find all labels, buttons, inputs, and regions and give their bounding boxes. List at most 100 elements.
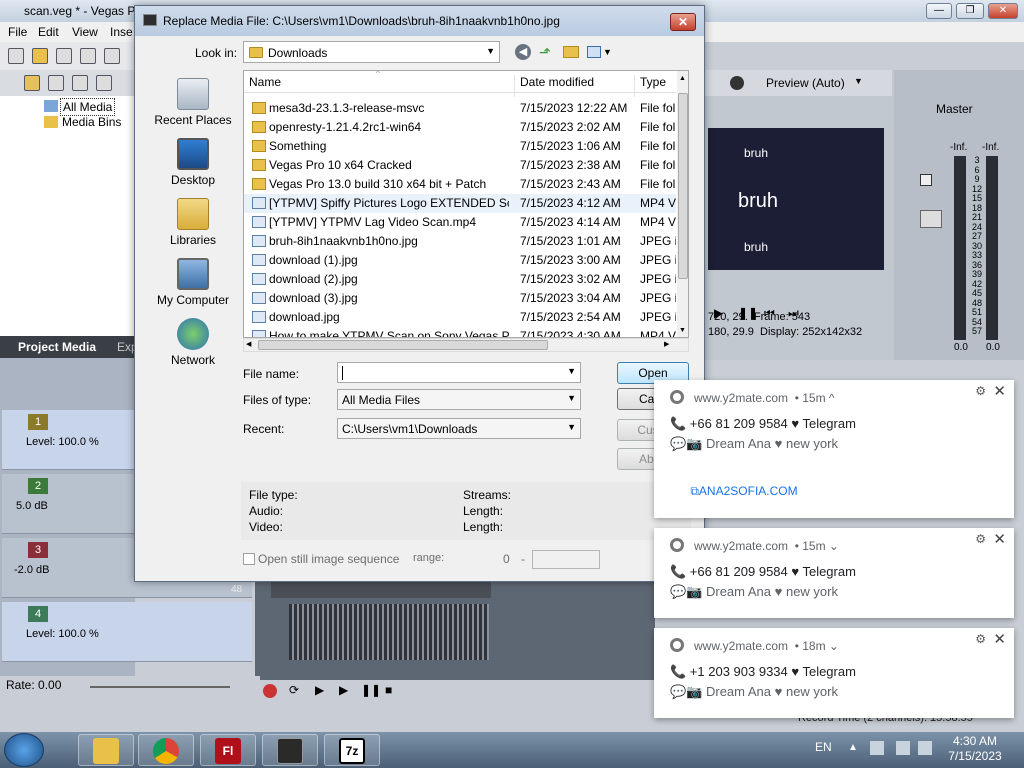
pause-icon[interactable]: ❚❚ [738,306,758,320]
notification-link[interactable]: ⧉ANA2SOFIA.COM [654,484,834,499]
column-divider[interactable] [514,75,515,97]
up-folder-icon[interactable]: ⬏ [539,44,555,60]
render-icon[interactable] [104,48,120,64]
notification-1[interactable]: www.y2mate.com • 15m ^ ⚙ ✕ 📞 +66 81 209 … [654,380,1014,518]
column-name[interactable]: Name [249,75,281,89]
start-button[interactable] [4,733,44,767]
files-of-type-select[interactable]: All Media Files ▼ [337,389,581,410]
play-icon[interactable]: ▶ [339,683,348,697]
column-type[interactable]: Type [640,75,666,89]
tray-arrow-icon[interactable]: ▲ [848,742,858,753]
volume-icon[interactable] [918,741,932,755]
new-icon[interactable] [8,48,24,64]
track-4[interactable]: 4 Level: 100.0 % [2,602,252,662]
file-row[interactable]: [YTPMV] YTPMV Lag Video Scan.mp4 7/15/202… [244,213,676,232]
close-icon[interactable]: ✕ [993,382,1006,400]
place-my-computer[interactable]: My Computer [145,258,241,307]
vertical-scroll-thumb[interactable] [678,93,688,279]
save-icon[interactable] [56,48,72,64]
menu-view[interactable]: View [72,25,98,39]
file-row[interactable]: download (2).jpg 7/15/2023 3:02 AM JPEG in [244,270,676,289]
notification-2[interactable]: www.y2mate.com • 15m ⌄ ⚙ ✕ 📞 +66 81 209 … [654,528,1014,618]
place-network[interactable]: Network [145,318,241,367]
system-clock[interactable]: 4:30 AM 7/15/2023 [940,734,1010,764]
taskbar-vegas[interactable] [262,734,318,766]
look-in-dropdown[interactable]: Downloads ▼ [243,41,500,63]
master-checkbox[interactable] [920,174,932,186]
loop-icon[interactable]: ⟳ [289,683,299,697]
file-row[interactable]: [YTPMV] Spiffy Pictures Logo EXTENDED Sc… [244,194,676,213]
file-list[interactable]: Name ^ Date modified Type mesa3d-23.1.3-… [243,70,689,338]
recent-select[interactable]: C:\Users\vm1\Downloads ▼ [337,418,581,439]
taskbar-chrome[interactable] [138,734,194,766]
tree-all-media[interactable]: All Media [60,98,116,116]
forward-icon[interactable] [96,75,112,91]
file-row[interactable]: download (3).jpg 7/15/2023 3:04 AM JPEG in [244,289,676,308]
bolt-icon[interactable] [24,75,40,91]
back-icon[interactable]: ◀ [515,44,531,60]
taskbar-explorer[interactable] [78,734,134,766]
file-name-input[interactable]: ▼ [337,362,581,383]
taskbar-flash[interactable]: Fl [200,734,256,766]
file-row[interactable]: bruh-8ih1naakvnb1h0no.jpg 7/15/2023 1:01 … [244,232,676,251]
notification-time[interactable]: • 18m ⌄ [795,639,839,653]
gear-icon[interactable]: ⚙ [975,384,986,398]
tree-media-bins[interactable]: Media Bins [62,115,121,129]
still-sequence-checkbox[interactable] [243,553,255,565]
open-folder-icon[interactable] [32,48,48,64]
scroll-right-icon[interactable]: ▶ [664,340,669,348]
horizontal-scrollbar[interactable]: ◀ ▶ [243,338,689,352]
close-icon[interactable]: ✕ [993,530,1006,548]
gear-icon[interactable]: ⚙ [975,532,986,546]
next-frame-icon[interactable]: ⏭ [788,306,799,321]
prev-frame-icon[interactable]: ⏮ [764,306,775,321]
new-folder-icon[interactable] [563,46,579,58]
scroll-up-icon[interactable]: ▲ [679,75,686,82]
network-tray-icon[interactable] [870,741,884,755]
scroll-left-icon[interactable]: ◀ [246,340,251,348]
file-row[interactable]: How to make YTPMV Scan on Sony Vegas P..… [244,327,676,337]
scroll-down-icon[interactable]: ▼ [679,327,686,334]
record-icon[interactable] [263,684,277,698]
language-indicator[interactable]: EN [815,740,832,754]
horizontal-scroll-thumb[interactable] [258,340,548,350]
action-center-icon[interactable] [896,741,910,755]
chevron-down-icon[interactable]: ▼ [603,47,619,63]
timeline-event[interactable] [271,580,491,598]
minimize-button[interactable]: — [926,3,952,19]
stop-icon[interactable]: ■ [385,683,392,697]
vertical-scrollbar[interactable]: ▲ ▼ [677,71,688,337]
notification-time[interactable]: • 15m ^ [795,391,835,405]
view-menu-icon[interactable] [587,46,601,58]
save-as-icon[interactable] [80,48,96,64]
place-recent[interactable]: Recent Places [145,78,241,127]
column-date[interactable]: Date modified [520,75,594,89]
file-row[interactable]: download (1).jpg 7/15/2023 3:00 AM JPEG in [244,251,676,270]
tab-project-media[interactable]: Project Media [18,340,96,354]
place-libraries[interactable]: Libraries [145,198,241,247]
notification-3[interactable]: www.y2mate.com • 18m ⌄ ⚙ ✕ 📞 +1 203 903 … [654,628,1014,718]
timeline-event-stripes[interactable] [289,604,489,660]
play-from-start-icon[interactable]: ▶ [315,683,324,697]
chevron-down-icon[interactable]: ▼ [854,76,863,86]
master-fader[interactable] [920,210,942,228]
restore-button[interactable]: ❐ [956,3,984,19]
dialog-close-button[interactable]: ✕ [670,13,696,31]
range-end-input[interactable] [532,550,600,569]
file-row[interactable]: mesa3d-23.1.3-release-msvc 7/15/2023 12:2… [244,99,676,118]
file-row[interactable]: Vegas Pro 10 x64 Cracked 7/15/2023 2:38 A… [244,156,676,175]
menu-insert[interactable]: Inse [110,25,133,39]
capture-icon[interactable] [72,75,88,91]
column-divider[interactable] [634,75,635,97]
play-icon[interactable]: ▶ [714,306,723,320]
file-row[interactable]: openresty-1.21.4.2rc1-win64 7/15/2023 2:0… [244,118,676,137]
import-icon[interactable] [48,75,64,91]
file-row[interactable]: Something 7/15/2023 1:06 AM File fol [244,137,676,156]
chevron-down-icon[interactable]: ▼ [567,366,576,376]
preview-quality[interactable]: Preview (Auto) [766,76,845,90]
taskbar-7zip[interactable]: 7z [324,734,380,766]
vegas-close-button[interactable]: ✕ [988,3,1018,19]
notification-time[interactable]: • 15m ⌄ [795,539,839,553]
file-row[interactable]: download.jpg 7/15/2023 2:54 AM JPEG in [244,308,676,327]
menu-edit[interactable]: Edit [38,25,59,39]
